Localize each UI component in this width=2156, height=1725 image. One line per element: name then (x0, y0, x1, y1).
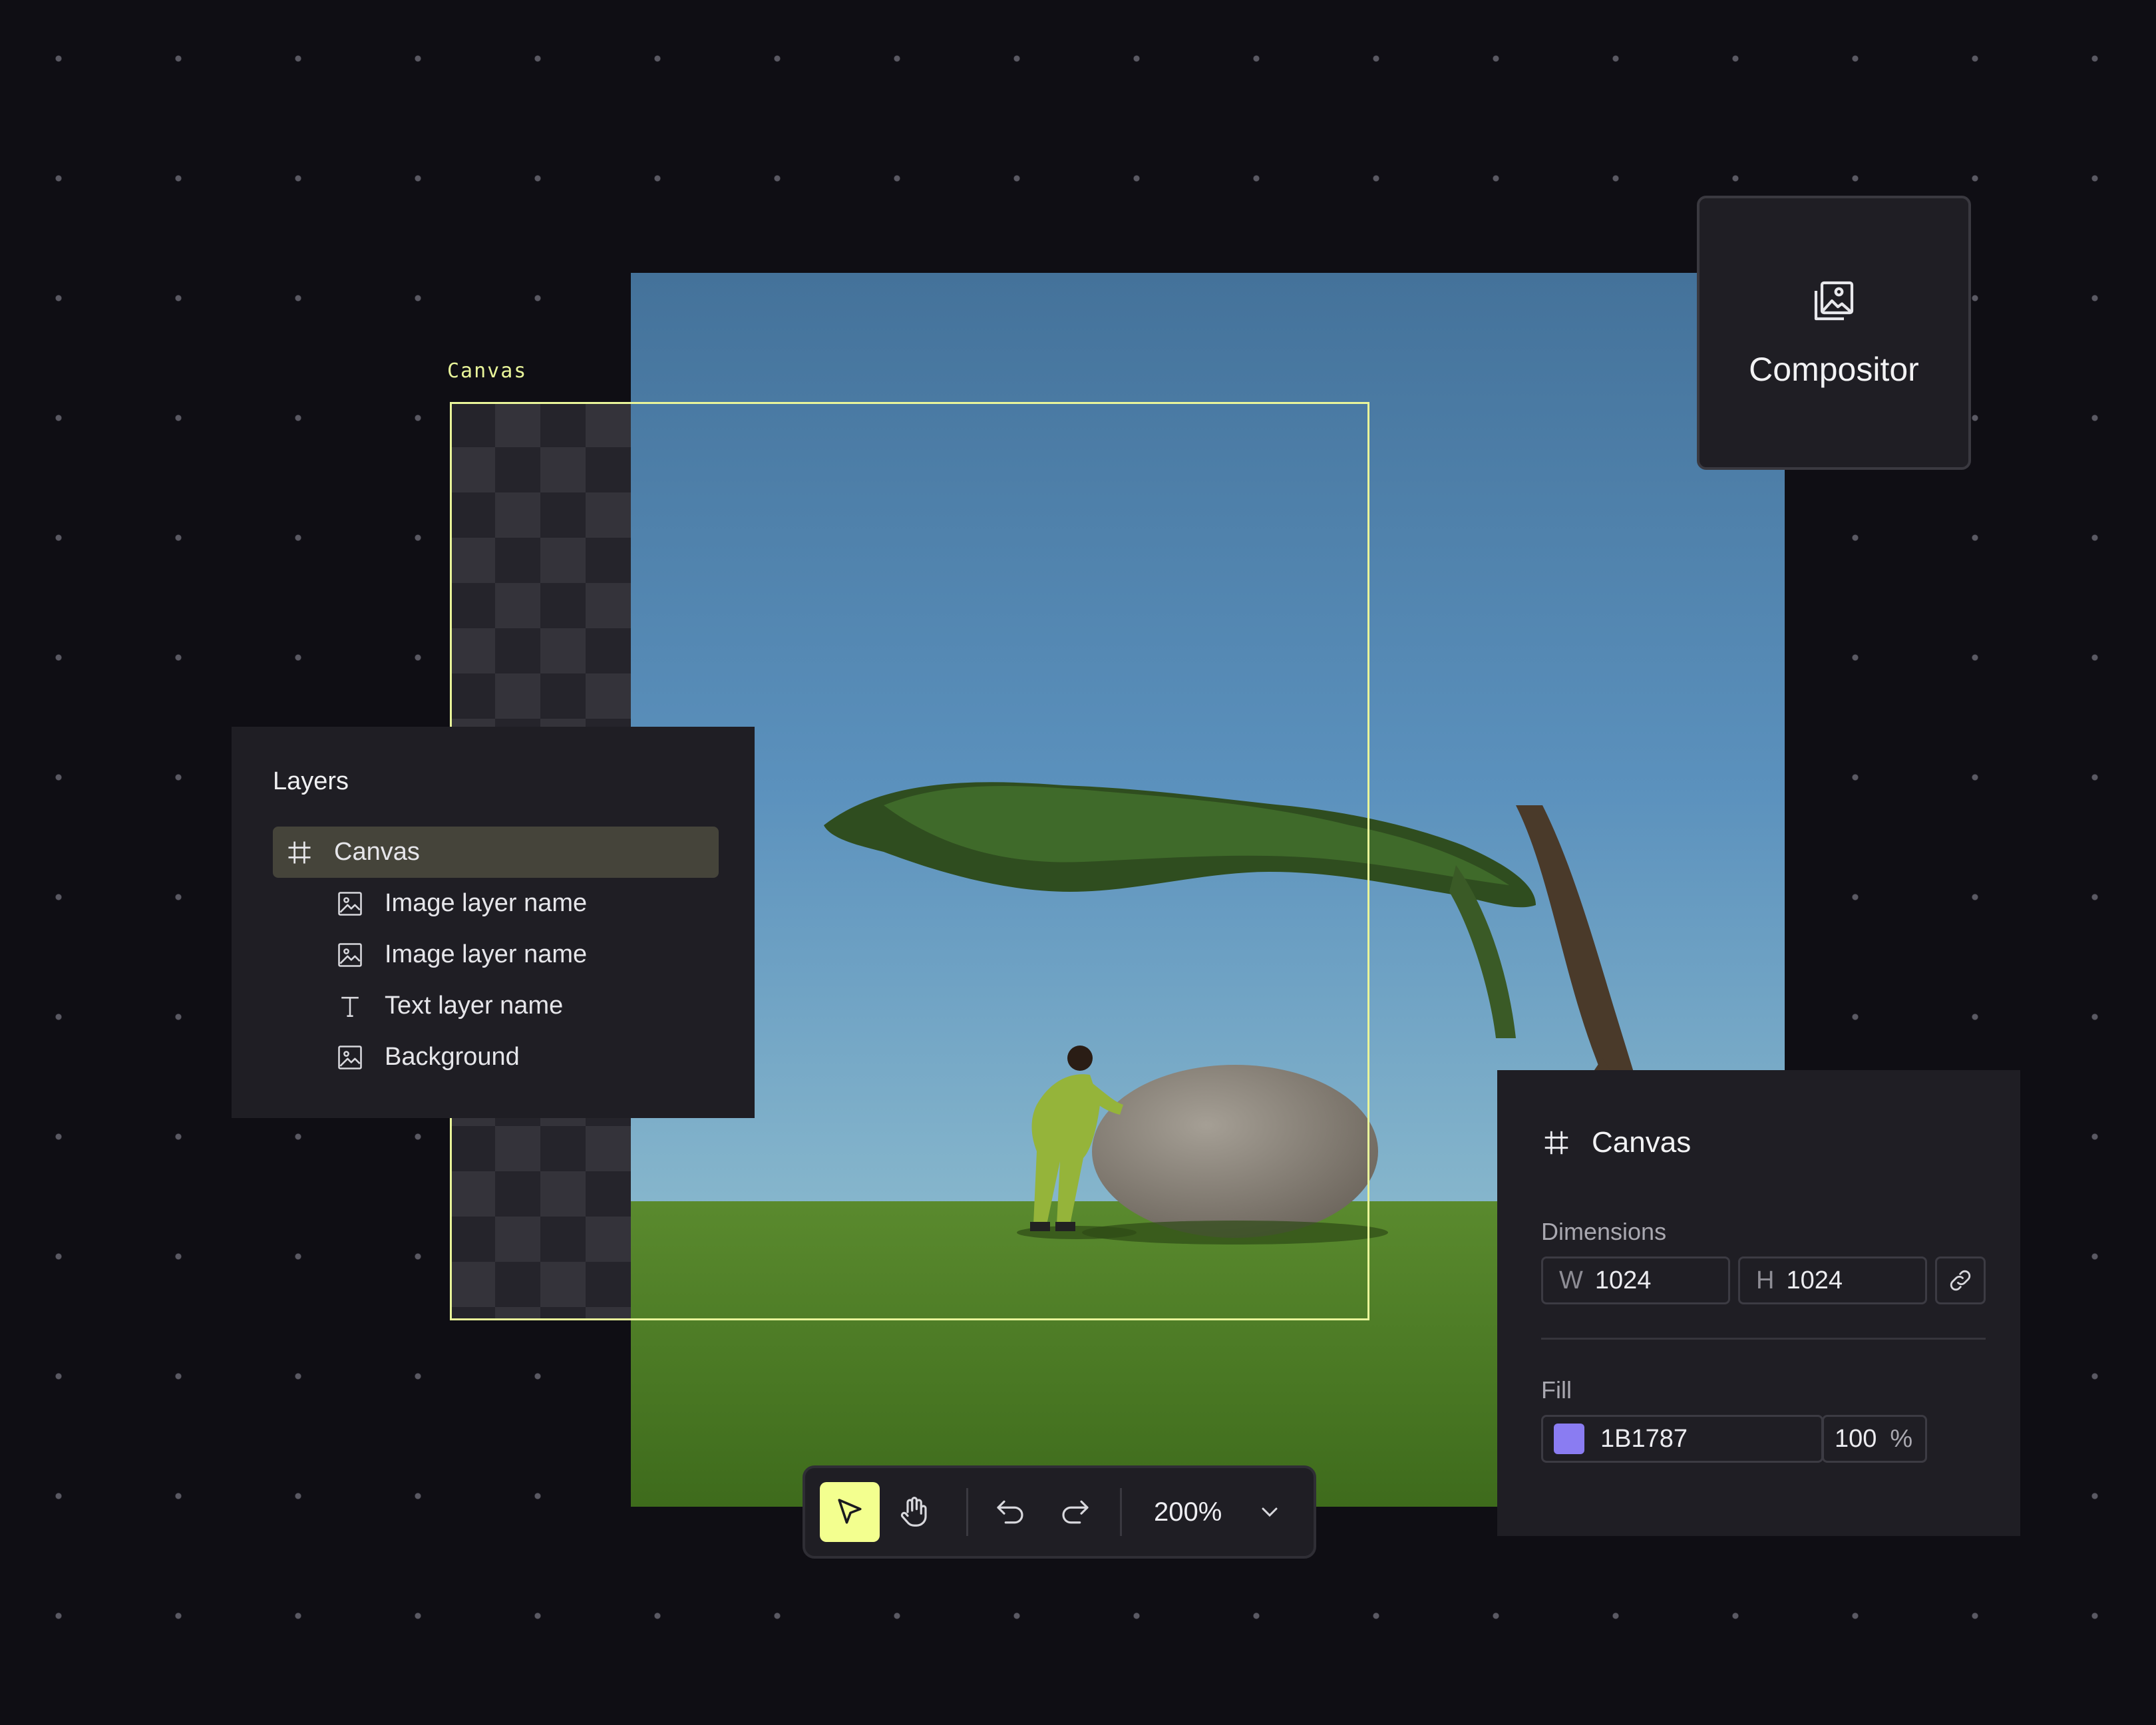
toolbar-divider (1120, 1488, 1122, 1536)
fill-opacity-field[interactable]: 100 % (1822, 1415, 1927, 1463)
image-icon (335, 940, 365, 970)
link-dimensions-button[interactable] (1935, 1256, 1986, 1304)
undo-icon (997, 1500, 1023, 1524)
frame-hash-icon (285, 838, 314, 867)
toolbar-divider (966, 1488, 968, 1536)
redo-icon (1062, 1500, 1089, 1524)
fill-opacity-unit: % (1890, 1424, 1913, 1453)
pointer-icon (838, 1499, 862, 1524)
properties-panel: Canvas Dimensions W 1024 H 1024 Fill 1B1… (1497, 1070, 2020, 1536)
fill-hex-value: 1B1787 (1600, 1424, 1688, 1453)
fill-label: Fill (1541, 1376, 1572, 1404)
layer-label: Image layer name (385, 889, 588, 917)
layer-row-text[interactable]: Text layer name (273, 980, 719, 1032)
layer-label: Canvas (334, 838, 420, 866)
frame-hash-icon (1544, 1131, 1568, 1155)
hand-icon (900, 1497, 927, 1527)
width-value: 1024 (1594, 1266, 1652, 1294)
link-icon (1950, 1270, 1971, 1291)
properties-header: Canvas (1541, 1126, 1691, 1159)
fill-color-field[interactable]: 1B1787 (1541, 1415, 1823, 1463)
layer-row-image[interactable]: Image layer name (273, 929, 719, 980)
text-icon (335, 992, 365, 1021)
image-icon (335, 889, 365, 918)
width-prefix: W (1559, 1266, 1583, 1294)
chevron-down-icon (1262, 1507, 1278, 1517)
dimensions-label: Dimensions (1541, 1218, 1667, 1245)
height-value: 1024 (1786, 1266, 1843, 1294)
redo-button[interactable] (1045, 1482, 1105, 1542)
bottom-toolbar: 200% (803, 1465, 1316, 1559)
compositor-title: Compositor (1749, 351, 1919, 388)
zoom-dropdown[interactable]: 200% (1154, 1497, 1283, 1527)
fill-swatch[interactable] (1554, 1424, 1584, 1454)
layer-row-canvas[interactable]: Canvas (273, 827, 719, 878)
image-icon (335, 1043, 365, 1072)
zoom-level: 200% (1154, 1497, 1222, 1527)
select-tool-button[interactable] (820, 1482, 880, 1542)
compositor-card[interactable]: Compositor (1697, 196, 1971, 470)
images-icon (1814, 281, 1854, 321)
undo-button[interactable] (980, 1482, 1040, 1542)
layers-panel: Layers Canvas Image layer name Image lay… (232, 727, 755, 1118)
properties-title: Canvas (1592, 1126, 1692, 1159)
layer-label: Background (385, 1043, 520, 1071)
hand-tool-button[interactable] (884, 1482, 944, 1542)
layers-panel-title: Layers (273, 767, 349, 795)
layer-label: Image layer name (385, 940, 588, 968)
height-field[interactable]: H 1024 (1738, 1256, 1927, 1304)
layer-label: Text layer name (385, 992, 564, 1020)
canvas-frame-label: Canvas (447, 359, 528, 383)
fill-opacity-value: 100 (1835, 1424, 1877, 1453)
panel-divider (1541, 1338, 1986, 1340)
layer-row-image[interactable]: Image layer name (273, 878, 719, 929)
width-field[interactable]: W 1024 (1541, 1256, 1730, 1304)
layer-row-background[interactable]: Background (273, 1032, 719, 1083)
height-prefix: H (1756, 1266, 1775, 1294)
